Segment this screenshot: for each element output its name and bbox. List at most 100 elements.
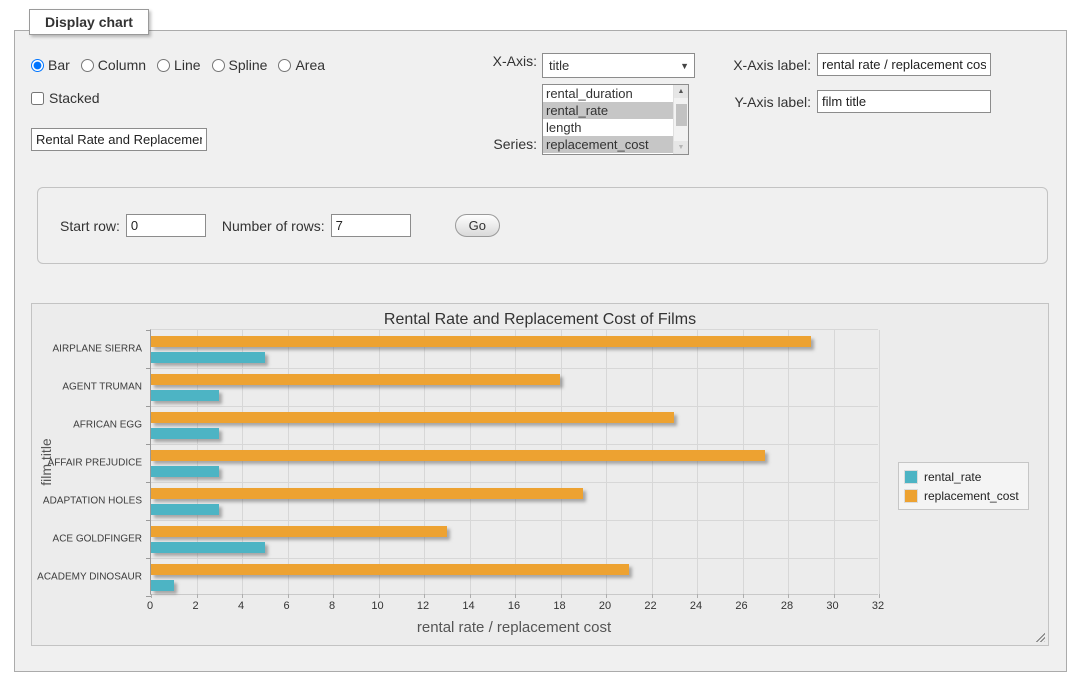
series-listbox[interactable]: rental_durationrental_ratelengthreplacem… (542, 84, 689, 155)
x-tick-label: 12 (417, 600, 429, 612)
x-axis-selected-value: title (549, 58, 569, 73)
stacked-checkbox-row[interactable]: Stacked (31, 90, 461, 106)
x-axis-label-caption: X-Axis label: (727, 57, 817, 73)
display-chart-panel: Display chart BarColumnLineSplineArea St… (14, 30, 1067, 672)
x-tick-label: 10 (371, 600, 383, 612)
chart-type-text: Line (174, 57, 200, 73)
num-rows-input[interactable] (331, 214, 411, 237)
bar-replacement_cost (151, 488, 583, 499)
x-tick-label: 28 (781, 600, 793, 612)
x-tick-label: 26 (735, 600, 747, 612)
series-option-replacement_cost[interactable]: replacement_cost (543, 136, 673, 153)
x-tick-label: 0 (147, 600, 153, 612)
chart-band: ADAPTATION HOLES (151, 482, 878, 520)
chart-band: AFRICAN EGG (151, 406, 878, 444)
series-option-rental_rate[interactable]: rental_rate (543, 102, 673, 119)
bar-rental_rate (151, 580, 174, 591)
chart-type-radio-spline[interactable] (212, 59, 225, 72)
chart-band: AFFAIR PREJUDICE (151, 444, 878, 482)
chart-type-text: Spline (229, 57, 268, 73)
chart-type-radio-column[interactable] (81, 59, 94, 72)
chart-y-axis-title: film title (38, 412, 54, 512)
scroll-up-icon[interactable]: ▲ (674, 85, 688, 98)
chart-band: ACE GOLDFINGER (151, 520, 878, 558)
x-tick-label: 6 (283, 600, 289, 612)
category-label: AGENT TRUMAN (37, 382, 142, 393)
scroll-down-icon[interactable]: ▼ (674, 141, 688, 154)
x-axis-select[interactable]: title ▼ (542, 53, 695, 78)
bar-replacement_cost (151, 336, 811, 347)
x-tick-label: 4 (238, 600, 244, 612)
series-option-rental_duration[interactable]: rental_duration (543, 85, 673, 102)
category-label: ACADEMY DINOSAUR (37, 572, 142, 583)
x-tick-label: 18 (553, 600, 565, 612)
chart-type-text: Area (295, 57, 325, 73)
chart-legend: rental_rate replacement_cost (898, 462, 1029, 510)
x-tick-label: 8 (329, 600, 335, 612)
resize-handle-icon[interactable] (1034, 631, 1045, 642)
start-row-input[interactable] (126, 214, 206, 237)
chart-type-option-spline[interactable]: Spline (212, 57, 268, 73)
x-tick-mark (879, 594, 880, 598)
bar-replacement_cost (151, 564, 629, 575)
x-tick-label: 16 (508, 600, 520, 612)
series-option-length[interactable]: length (543, 119, 673, 136)
x-tick-label: 22 (644, 600, 656, 612)
x-tick-label: 20 (599, 600, 611, 612)
scrollbar-thumb[interactable] (676, 104, 687, 126)
chart-type-option-bar[interactable]: Bar (31, 57, 70, 73)
legend-label: rental_rate (924, 470, 981, 484)
chart-type-option-line[interactable]: Line (157, 57, 200, 73)
x-tick-label: 30 (826, 600, 838, 612)
x-tick-label: 14 (462, 600, 474, 612)
bar-replacement_cost (151, 412, 674, 423)
chart-band: AGENT TRUMAN (151, 368, 878, 406)
legend-swatch-icon (904, 470, 918, 484)
chart-type-text: Column (98, 57, 146, 73)
chart-band: AIRPLANE SIERRA (151, 330, 878, 368)
y-tick-mark (146, 596, 151, 597)
chevron-down-icon: ▼ (680, 61, 689, 71)
legend-item-replacement_cost[interactable]: replacement_cost (904, 486, 1019, 505)
x-axis-label-input[interactable] (817, 53, 991, 76)
bar-rental_rate (151, 352, 265, 363)
chart-type-radio-line[interactable] (157, 59, 170, 72)
legend-item-rental_rate[interactable]: rental_rate (904, 467, 1019, 486)
chart-type-option-area[interactable]: Area (278, 57, 325, 73)
chart-title: Rental Rate and Replacement Cost of Film… (32, 311, 1048, 329)
x-tick-label: 32 (872, 600, 884, 612)
start-row-label: Start row: (60, 218, 120, 234)
y-axis-label-input[interactable] (817, 90, 991, 113)
category-label: AIRPLANE SIERRA (37, 344, 142, 355)
gridline (879, 330, 880, 594)
bar-rental_rate (151, 390, 219, 401)
stacked-checkbox[interactable] (31, 92, 44, 105)
chart-x-axis-title: rental rate / replacement cost (150, 619, 878, 636)
chart-type-radio-area[interactable] (278, 59, 291, 72)
series-options: rental_durationrental_ratelengthreplacem… (543, 85, 673, 153)
chart-options-form: BarColumnLineSplineArea Stacked X-Axis: … (15, 31, 1066, 183)
series-label: Series: (477, 136, 542, 155)
legend-swatch-icon (904, 489, 918, 503)
y-axis-label-caption: Y-Axis label: (727, 94, 817, 110)
stacked-label: Stacked (49, 90, 100, 106)
row-range-box: Start row: Number of rows: Go (37, 187, 1048, 264)
chart-type-group: Bar Column Line Spline Area (31, 57, 461, 73)
chart-container: Rental Rate and Replacement Cost of Film… (31, 303, 1049, 646)
series-scrollbar[interactable]: ▲ ▼ (673, 85, 688, 154)
bar-rental_rate (151, 504, 219, 515)
bar-rental_rate (151, 428, 219, 439)
bar-replacement_cost (151, 526, 447, 537)
chart-type-option-column[interactable]: Column (81, 57, 146, 73)
chart-type-radio-bar[interactable] (31, 59, 44, 72)
chart-band: ACADEMY DINOSAUR (151, 558, 878, 596)
chart-title-input[interactable] (31, 128, 207, 151)
go-button[interactable]: Go (455, 214, 500, 237)
x-axis-select-label: X-Axis: (477, 53, 542, 78)
bar-replacement_cost (151, 450, 765, 461)
chart-type-text: Bar (48, 57, 70, 73)
num-rows-label: Number of rows: (222, 218, 325, 234)
x-tick-label: 24 (690, 600, 702, 612)
plot-area: AIRPLANE SIERRAAGENT TRUMANAFRICAN EGGAF… (150, 329, 878, 595)
bar-replacement_cost (151, 374, 560, 385)
